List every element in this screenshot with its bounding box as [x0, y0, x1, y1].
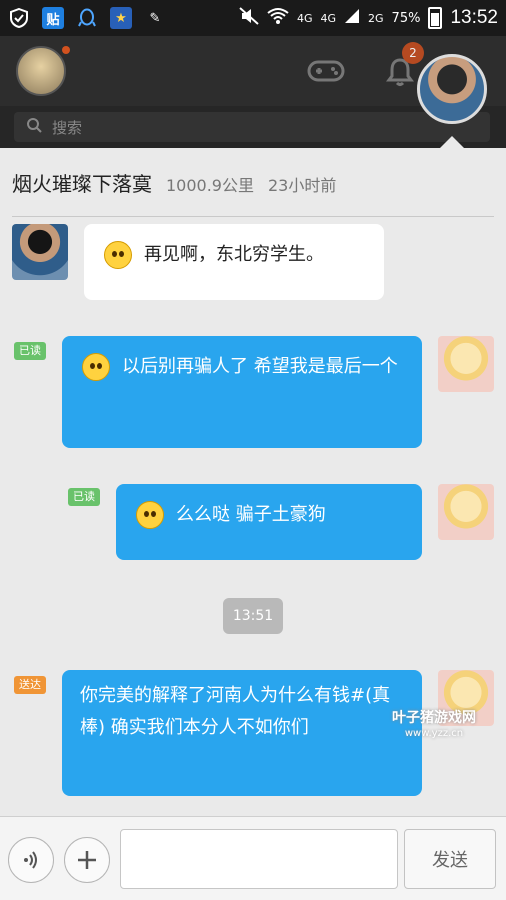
voice-button[interactable] [8, 837, 54, 883]
network-type-3: 2G [368, 11, 384, 25]
plus-icon [78, 851, 96, 869]
wifi-icon [267, 7, 289, 29]
cute-emoji-icon [82, 353, 110, 381]
voice-icon [24, 851, 37, 869]
tieba-icon: 贴 [42, 7, 64, 29]
contact-avatar-large[interactable] [417, 54, 487, 124]
cute-emoji-icon [136, 501, 164, 529]
qq-icon [76, 7, 98, 29]
contact-distance: 1000.9公里 [166, 176, 254, 195]
contact-avatar[interactable] [12, 224, 68, 280]
message-bubble-outgoing[interactable]: 你完美的解释了河南人为什么有钱#(真棒) 确实我们本分人不如你们 [62, 670, 422, 796]
search-placeholder: 搜索 [52, 118, 83, 137]
message-text: 以后别再骗人了 希望我是最后一个 [122, 356, 398, 377]
battery-icon [428, 7, 443, 29]
send-button[interactable]: 发送 [404, 829, 496, 889]
time-divider: 13:51 [223, 598, 283, 634]
my-chat-avatar[interactable] [438, 336, 494, 392]
title-divider [12, 216, 494, 217]
site-watermark: 叶子猪游戏网 www.yzz.cn [386, 708, 482, 742]
contact-last-seen: 23小时前 [268, 176, 337, 195]
message-text: 再见啊，东北穷学生。 [144, 244, 324, 265]
message-text: 么么哒 骗子土豪狗 [176, 504, 326, 525]
contact-name[interactable]: 烟火璀璨下落寞 [12, 168, 152, 197]
network-type-2: 4G [320, 11, 337, 25]
message-input[interactable] [120, 829, 398, 889]
mute-icon [239, 7, 259, 29]
message-bubble-incoming[interactable]: 再见啊，东北穷学生。 [84, 224, 384, 300]
input-bar: 发送 [0, 816, 506, 900]
star-app-icon: ★ [110, 7, 132, 29]
watermark-url: www.yzz.cn [404, 728, 464, 739]
network-type-1: 4G [296, 11, 313, 25]
status-bar: 贴 ★ ✎ 4G 4G 2G 75% 13:52 [0, 0, 506, 36]
delivered-status-tag: 送达 [14, 676, 46, 694]
chat-title-row: 烟火璀璨下落寞 1000.9公里 23小时前 [12, 168, 494, 197]
search-bar[interactable]: 搜索 [14, 112, 490, 142]
signal-icon [344, 8, 360, 28]
shield-icon [8, 7, 30, 29]
battery-percent: 75% [391, 10, 421, 26]
gamepad-icon[interactable] [306, 54, 346, 88]
add-button[interactable] [64, 837, 110, 883]
clock: 13:52 [450, 7, 498, 28]
my-chat-avatar[interactable] [438, 484, 494, 540]
avatar-notification-dot [62, 46, 70, 54]
chat-panel: 烟火璀璨下落寞 1000.9公里 23小时前 再见啊，东北穷学生。 已读 以后别… [0, 148, 506, 900]
search-icon [26, 117, 42, 137]
smile-emoji-icon [104, 241, 132, 269]
read-status-tag: 已读 [14, 342, 46, 360]
watermark-title: 叶子猪游戏网 [392, 710, 476, 726]
read-status-tag: 已读 [68, 488, 100, 506]
my-avatar[interactable] [16, 46, 66, 96]
notification-badge: 2 [402, 42, 424, 64]
popup-pointer [440, 136, 464, 148]
message-text: 你完美的解释了河南人为什么有钱#(真棒) 确实我们本分人不如你们 [80, 685, 391, 738]
message-bubble-outgoing[interactable]: 以后别再骗人了 希望我是最后一个 [62, 336, 422, 448]
pen-icon: ✎ [149, 10, 161, 26]
message-bubble-outgoing[interactable]: 么么哒 骗子土豪狗 [116, 484, 422, 560]
